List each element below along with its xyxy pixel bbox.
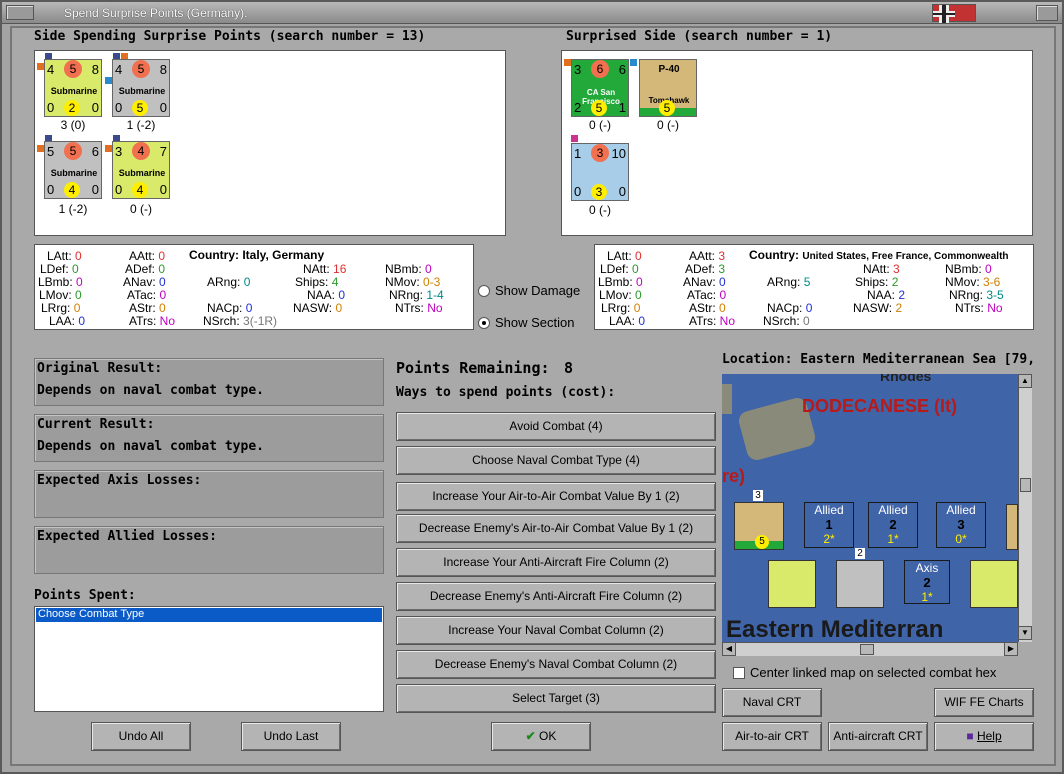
- allied-box-1[interactable]: Allied 1 2*: [804, 502, 854, 548]
- allied-box-3[interactable]: Allied 3 0*: [936, 502, 986, 548]
- decrease-enemy-anti-aircraft-button[interactable]: Decrease Enemy's Anti-Aircraft Fire Colu…: [396, 582, 716, 611]
- unit-counter-4-label: 0 (-): [130, 202, 152, 216]
- vertical-scroll-thumb[interactable]: [1020, 478, 1031, 492]
- choose-naval-combat-type-button[interactable]: Choose Naval Combat Type (4): [396, 446, 716, 475]
- select-target-button[interactable]: Select Target (3): [396, 684, 716, 713]
- surprised-side-header: Surprised Side (search number = 1): [566, 29, 833, 44]
- unit-counter-p40-label: 0 (-): [657, 118, 679, 132]
- location-label: Location: Eastern Mediterranean Sea [79,…: [722, 352, 1042, 367]
- stack-count-badge: 2: [855, 548, 865, 559]
- unit-counter-ship-label: 0 (-): [589, 203, 611, 217]
- linked-map[interactable]: Rhodes DODECANESE (It) re) 5 3 Allied 1 2*…: [722, 374, 1018, 642]
- show-section-radio[interactable]: [478, 317, 490, 329]
- center-link-label: Center linked map on selected combat hex: [750, 665, 997, 680]
- allied-losses-panel: Expected Allied Losses:: [34, 526, 384, 574]
- decrease-enemy-naval-combat-button[interactable]: Decrease Enemy's Naval Combat Column (2): [396, 650, 716, 679]
- unit-counter-4[interactable]: 347 Submarine 040: [112, 141, 170, 199]
- surprised-units-panel: 366 CA San Francisco 251 0 (-) P-40 Toma…: [561, 50, 1033, 236]
- map-label-re: re): [722, 466, 746, 486]
- stack-count-badge: 3: [753, 490, 763, 501]
- axis-losses-panel: Expected Axis Losses:: [34, 470, 384, 518]
- spending-units-panel: 458 Submarine 020 3 (0) 458 Submarine 05…: [34, 50, 506, 236]
- current-result-panel: Current Result: Depends on naval combat t…: [34, 414, 384, 462]
- ok-button[interactable]: ✔ OK: [491, 722, 591, 751]
- list-item[interactable]: Choose Combat Type: [36, 608, 382, 622]
- unit-counter-2-label: 1 (-2): [126, 118, 156, 132]
- undo-last-button[interactable]: Undo Last: [241, 722, 341, 751]
- close-button[interactable]: [1036, 5, 1058, 21]
- unit-counter-ca-label: 0 (-): [589, 118, 611, 132]
- show-damage-label: Show Damage: [495, 283, 581, 298]
- unit-counter-1[interactable]: 458 Submarine 020: [44, 59, 102, 117]
- book-icon: ■: [966, 729, 974, 743]
- center-link-checkbox[interactable]: [733, 667, 745, 679]
- air-to-air-crt-button[interactable]: Air-to-air CRT: [722, 722, 822, 751]
- system-menu-button[interactable]: [6, 5, 34, 20]
- unit-counter-2[interactable]: 458 Submarine 050: [112, 59, 170, 117]
- decrease-enemy-air-to-air-button[interactable]: Decrease Enemy's Air-to-Air Combat Value…: [396, 514, 716, 543]
- help-button[interactable]: ■ Help: [934, 722, 1034, 751]
- unit-counter-3[interactable]: 556 Submarine 040: [44, 141, 102, 199]
- wif-fe-charts-button[interactable]: WIF FE Charts: [934, 688, 1034, 717]
- points-remaining-label: Points Remaining:: [396, 359, 550, 377]
- unit-counter-ship[interactable]: 1 3 10 030: [571, 143, 629, 201]
- show-section-label: Show Section: [495, 315, 575, 330]
- naval-crt-button[interactable]: Naval CRT: [722, 688, 822, 717]
- show-damage-radio[interactable]: [478, 285, 490, 297]
- map-vertical-scrollbar[interactable]: ▲ ▼: [1018, 374, 1032, 642]
- map-label-sea: Eastern Mediterran: [726, 616, 944, 642]
- island-shape: [722, 384, 732, 414]
- map-label-dodecanese: DODECANESE (It): [802, 396, 958, 416]
- ways-to-spend-label: Ways to spend points (cost):: [396, 385, 616, 400]
- map-counter-partial[interactable]: [1006, 504, 1018, 550]
- spending-stats-panel: LAtt: 0 LDef: 0 LBmb: 0 LMov: 0 LRrg: 0 …: [34, 244, 474, 330]
- map-counter-sub-3[interactable]: [970, 560, 1018, 608]
- map-counter-sub-1[interactable]: [768, 560, 816, 608]
- title-bar: Spend Surprise Points (Germany).: [2, 2, 1062, 24]
- allied-box-2[interactable]: Allied 2 1*: [868, 502, 918, 548]
- avoid-combat-button[interactable]: Avoid Combat (4): [396, 412, 716, 441]
- check-icon: ✔: [525, 729, 536, 743]
- unit-counter-3-label: 1 (-2): [58, 202, 88, 216]
- window-title: Spend Surprise Points (Germany).: [64, 6, 248, 20]
- unit-counter-ca-san-francisco[interactable]: 366 CA San Francisco 251: [571, 59, 629, 117]
- anti-aircraft-crt-button[interactable]: Anti-aircraft CRT: [828, 722, 928, 751]
- points-spent-list[interactable]: Choose Combat Type: [34, 606, 384, 712]
- original-result-panel: Original Result: Depends on naval combat …: [34, 358, 384, 406]
- increase-anti-aircraft-button[interactable]: Increase Your Anti-Aircraft Fire Column …: [396, 548, 716, 577]
- unit-counter-1-label: 3 (0): [60, 118, 86, 132]
- increase-naval-combat-button[interactable]: Increase Your Naval Combat Column (2): [396, 616, 716, 645]
- increase-air-to-air-button[interactable]: Increase Your Air-to-Air Combat Value By…: [396, 482, 716, 511]
- undo-all-button[interactable]: Undo All: [91, 722, 191, 751]
- scroll-right-icon[interactable]: ▶: [1004, 642, 1018, 656]
- dialog-window: Spend Surprise Points (Germany). Side Sp…: [0, 0, 1064, 774]
- map-counter-sub-2[interactable]: [836, 560, 884, 608]
- points-remaining-value: 8: [564, 359, 574, 377]
- scroll-up-icon[interactable]: ▲: [1018, 374, 1032, 388]
- surprised-stats-panel: LAtt: 0 LDef: 0 LBmb: 0 LMov: 0 LRrg: 0 …: [594, 244, 1034, 330]
- horizontal-scroll-thumb[interactable]: [860, 644, 874, 655]
- map-horizontal-scrollbar[interactable]: ◀ ▶: [722, 642, 1018, 656]
- axis-box-2[interactable]: Axis 2 1*: [904, 560, 950, 604]
- points-spent-label: Points Spent:: [34, 588, 136, 603]
- unit-counter-p40[interactable]: P-40 Tomahawk 5: [639, 59, 697, 117]
- map-label-rhodes: Rhodes: [880, 374, 932, 384]
- germany-flag-icon: [932, 4, 976, 23]
- map-counter-p40[interactable]: 5: [734, 502, 784, 550]
- scroll-down-icon[interactable]: ▼: [1018, 626, 1032, 640]
- spending-side-header: Side Spending Surprise Points (search nu…: [34, 29, 426, 44]
- scroll-left-icon[interactable]: ◀: [722, 642, 736, 656]
